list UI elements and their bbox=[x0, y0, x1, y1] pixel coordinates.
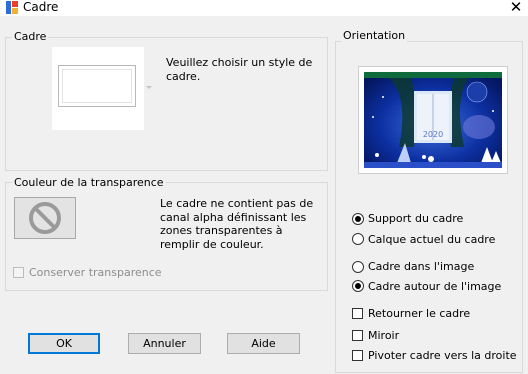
keep-transparency-label: Conserver transparence bbox=[29, 266, 162, 279]
prohibited-icon bbox=[29, 202, 61, 234]
transparency-legend: Couleur de la transparence bbox=[12, 176, 166, 189]
keep-transparency-checkbox[interactable] bbox=[13, 267, 24, 278]
flip-frame-label: Retourner le cadre bbox=[368, 307, 471, 320]
radio-support-du-cadre[interactable] bbox=[352, 213, 364, 225]
mirror-label: Miroir bbox=[368, 329, 400, 342]
orientation-legend: Orientation bbox=[341, 29, 408, 42]
radio-calque-label: Calque actuel du cadre bbox=[368, 233, 496, 246]
rotate-right-checkbox[interactable] bbox=[352, 350, 363, 361]
radio-cadre-dans-image[interactable] bbox=[352, 261, 364, 273]
close-icon[interactable]: ✕ bbox=[505, 0, 527, 16]
cadre-legend: Cadre bbox=[12, 30, 49, 43]
preview-year-text: 2020 bbox=[423, 130, 443, 139]
radio-calque-actuel[interactable] bbox=[352, 233, 364, 245]
radio-dans-label: Cadre dans l'image bbox=[368, 260, 475, 273]
cancel-button[interactable]: Annuler bbox=[128, 333, 201, 354]
window-title: Cadre bbox=[23, 0, 59, 14]
mirror-checkbox[interactable] bbox=[352, 330, 363, 341]
title-bar: Cadre ✕ bbox=[0, 0, 528, 16]
preview-artwork: 2020 bbox=[364, 72, 502, 168]
radio-cadre-autour-image[interactable] bbox=[352, 280, 364, 292]
transparency-color-swatch[interactable] bbox=[14, 197, 76, 239]
dropdown-arrow-icon[interactable] bbox=[146, 86, 152, 89]
radio-autour-label: Cadre autour de l'image bbox=[368, 280, 502, 293]
frame-style-hint: Veuillez choisir un style de cadre. bbox=[166, 56, 313, 83]
orientation-preview-image: 2020 bbox=[358, 66, 508, 174]
ok-button[interactable]: OK bbox=[28, 333, 100, 354]
rotate-right-label: Pivoter cadre vers la droite bbox=[368, 349, 517, 362]
transparency-message: Le cadre ne contient pas de canal alpha … bbox=[160, 197, 314, 251]
radio-support-label: Support du cadre bbox=[368, 212, 464, 225]
help-button[interactable]: Aide bbox=[227, 333, 300, 354]
frame-style-preview[interactable] bbox=[52, 47, 144, 130]
flip-frame-checkbox[interactable] bbox=[352, 308, 363, 319]
app-icon bbox=[6, 1, 18, 14]
